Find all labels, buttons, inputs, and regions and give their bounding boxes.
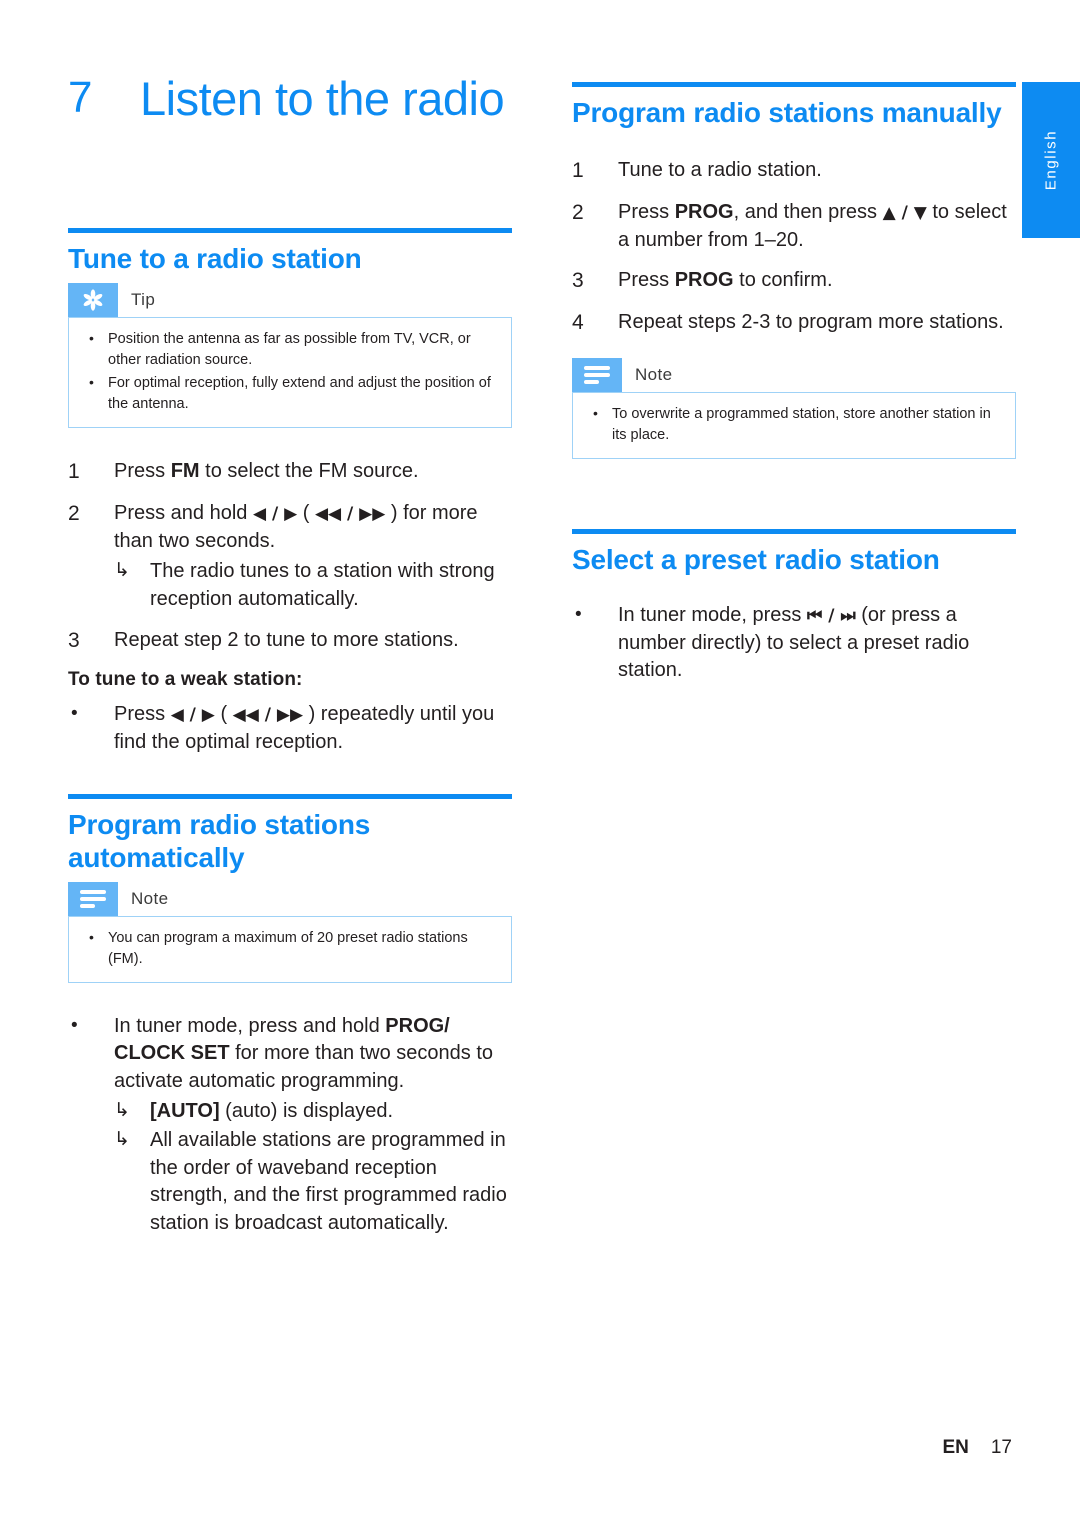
step-item: 3 Repeat step 2 to tune to more stations… — [68, 627, 512, 656]
step-number: 3 — [68, 629, 80, 653]
note-lines-icon — [572, 358, 622, 393]
step-text: Press and hold ◀ / ▶ ( ◀◀ / ▶▶ ) for mor… — [114, 502, 478, 552]
chapter-title: 7 Listen to the radio — [68, 72, 512, 127]
note-callout-header: Note — [572, 358, 1016, 393]
list-item: For optimal reception, fully extend and … — [83, 372, 497, 415]
result-text: [AUTO] (auto) is displayed. — [150, 1100, 394, 1123]
chapter-title-text: Listen to the radio — [140, 72, 505, 125]
preset-bullet-list: • In tuner mode, press ⏮ / ⏭ (or press a… — [572, 602, 1016, 685]
step-item: 1 Tune to a radio station. — [572, 157, 1016, 186]
result-item: ↳ All available stations are programmed … — [114, 1127, 512, 1237]
note-lines-icon — [68, 881, 118, 916]
note-callout-body: You can program a maximum of 20 preset r… — [68, 915, 512, 983]
tune-steps-list: 1 Press FM to select the FM source. 2 Pr… — [68, 458, 512, 656]
note-callout-body: To overwrite a programmed station, store… — [572, 392, 1016, 460]
footer-page-number: 17 — [990, 1437, 1012, 1458]
tip-callout: Tip Position the antenna as far as possi… — [68, 283, 512, 429]
auto-program-bullet-list: • In tuner mode, press and hold PROG/ CL… — [68, 1013, 512, 1239]
section-rule — [68, 228, 512, 233]
step-text: Press FM to select the FM source. — [114, 460, 419, 483]
result-text: The radio tunes to a station with strong… — [150, 560, 495, 610]
left-column: Tune to a radio station Tip • Position t… — [68, 228, 512, 1248]
step-item: 2 Press and hold ◀ / ▶ ( ◀◀ / ▶▶ ) for m… — [68, 500, 512, 614]
tip-callout-header: Tip — [68, 283, 512, 318]
result-item: ↳ The radio tunes to a station with stro… — [114, 558, 512, 613]
manual-page: English 7 Listen to the radio Tune to a … — [0, 0, 1080, 1527]
section-program-automatically: Program radio stations automatically Not… — [68, 793, 512, 1239]
section-heading-preset: Select a preset radio station — [572, 544, 940, 576]
section-rule — [572, 82, 1016, 87]
right-column: Program radio stations manually 1 Tune t… — [572, 82, 1016, 695]
tip-callout-body: Position the antenna as far as possible … — [68, 317, 512, 429]
bullet-text: In tuner mode, press and hold PROG/ CLOC… — [114, 1014, 494, 1092]
section-rule — [572, 529, 1016, 535]
section-heading-auto: Program radio stations automatically — [68, 808, 371, 873]
section-rule — [68, 793, 512, 799]
asterisk-icon — [68, 283, 118, 318]
note-callout-title: Note — [635, 365, 673, 385]
result-arrow-icon: ↳ — [114, 1100, 130, 1122]
step-item: 4 Repeat steps 2-3 to program more stati… — [572, 309, 1016, 338]
result-arrow-icon: ↳ — [114, 1129, 130, 1151]
step-text: Press PROG, and then press ▲ / ▼ to sele… — [618, 201, 1007, 251]
note-callout-auto: Note You can program a maximum of 20 pre… — [68, 881, 512, 983]
step-number: 2 — [572, 201, 584, 224]
manual-steps-list: 1 Tune to a radio station. 2 Press PROG,… — [572, 157, 1016, 338]
step-text: Press PROG to confirm. — [618, 269, 833, 292]
note-callout-header: Note — [68, 881, 512, 916]
list-item: You can program a maximum of 20 preset r… — [83, 927, 497, 970]
language-tab-label: English — [1042, 129, 1060, 191]
note-callout-title: Note — [131, 888, 169, 908]
step-item: 1 Press FM to select the FM source. — [68, 458, 512, 487]
step-number: 1 — [68, 460, 80, 484]
step-item: 3 Press PROG to confirm. — [572, 267, 1016, 296]
page-footer: EN 17 — [0, 1437, 1012, 1459]
subheading-weak-station: To tune to a weak station: — [68, 669, 303, 691]
weak-station-bullet-list: • Press ◀ / ▶ ( ◀◀ / ▶▶ ) repeatedly unt… — [68, 701, 512, 756]
bullet-mark: • — [71, 703, 78, 725]
result-text: All available stations are programmed in… — [150, 1129, 507, 1234]
note-list: You can program a maximum of 20 preset r… — [83, 927, 497, 970]
step-results-list: ↳ The radio tunes to a station with stro… — [114, 558, 512, 613]
step-text: Tune to a radio station. — [618, 159, 822, 182]
step-number: 3 — [572, 269, 584, 293]
list-item: • Press ◀ / ▶ ( ◀◀ / ▶▶ ) repeatedly unt… — [68, 701, 512, 756]
note-lines-icon-glyph — [80, 889, 106, 908]
section-heading-tune: Tune to a radio station — [68, 243, 362, 274]
list-item: • In tuner mode, press ⏮ / ⏭ (or press a… — [572, 602, 1016, 685]
auto-results-list: ↳ [AUTO] (auto) is displayed. ↳ All avai… — [114, 1098, 512, 1237]
language-tab: English — [1022, 82, 1080, 238]
note-list: To overwrite a programmed station, store… — [587, 403, 1001, 446]
list-item: To overwrite a programmed station, store… — [587, 403, 1001, 446]
section-select-preset: Select a preset radio station • In tuner… — [572, 529, 1016, 685]
bullet-mark: • — [71, 1014, 78, 1036]
tip-callout-title: Tip — [131, 290, 156, 310]
note-callout-manual: Note To overwrite a programmed station, … — [572, 358, 1016, 460]
section-program-manually: Program radio stations manually 1 Tune t… — [572, 82, 1016, 460]
bullet-text: In tuner mode, press ⏮ / ⏭ (or press a n… — [618, 604, 970, 682]
step-number: 2 — [68, 502, 80, 526]
step-number: 4 — [572, 311, 584, 335]
section-heading-manual: Program radio stations manually — [572, 97, 1002, 128]
chapter-number: 7 — [68, 73, 92, 122]
list-item: Position the antenna as far as possible … — [83, 328, 497, 371]
step-text: Repeat step 2 to tune to more stations. — [114, 629, 459, 652]
step-text: Repeat steps 2-3 to program more station… — [618, 311, 1004, 334]
result-arrow-icon: ↳ — [114, 560, 130, 582]
list-item: • In tuner mode, press and hold PROG/ CL… — [68, 1013, 512, 1239]
step-number: 1 — [572, 159, 584, 183]
bullet-text: Press ◀ / ▶ ( ◀◀ / ▶▶ ) repeatedly until… — [114, 703, 495, 753]
asterisk-icon-glyph — [83, 289, 103, 311]
bullet-mark: • — [575, 604, 582, 626]
footer-language-code: EN — [942, 1437, 969, 1458]
step-item: 2 Press PROG, and then press ▲ / ▼ to se… — [572, 199, 1016, 254]
result-item: ↳ [AUTO] (auto) is displayed. — [114, 1098, 512, 1126]
tip-list: Position the antenna as far as possible … — [83, 328, 497, 415]
note-lines-icon-glyph — [584, 366, 610, 385]
section-tune-to-radio-station: Tune to a radio station Tip • Position t… — [68, 228, 512, 757]
